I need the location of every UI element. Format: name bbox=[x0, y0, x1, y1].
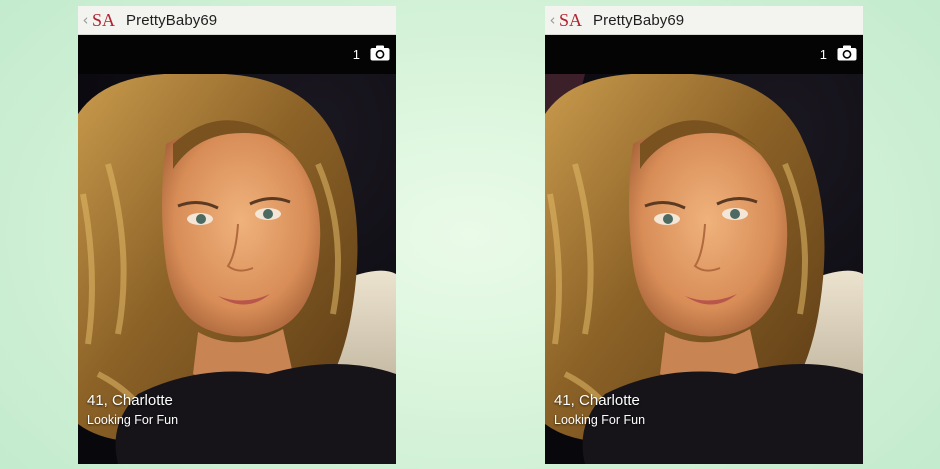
profile-age-name: 41, Charlotte bbox=[87, 392, 173, 409]
profile-tagline: Looking For Fun bbox=[87, 413, 179, 427]
profile-photo[interactable]: 41, Charlotte Looking For Fun bbox=[78, 74, 396, 464]
profile-age-name: 41, Charlotte bbox=[554, 392, 640, 409]
app-header: ‹ SA PrettyBaby69 bbox=[78, 6, 396, 35]
chevron-left-icon[interactable]: ‹ bbox=[81, 12, 90, 28]
app-header: ‹ SA PrettyBaby69 bbox=[545, 6, 863, 35]
profile-caption: 41, Charlotte Looking For Fun bbox=[554, 392, 645, 428]
profile-screen-left: ‹ SA PrettyBaby69 1 41, Charlotte Lookin… bbox=[78, 6, 396, 464]
profile-tagline: Looking For Fun bbox=[554, 413, 646, 427]
sa-logo-icon: SA bbox=[559, 10, 582, 30]
camera-icon[interactable] bbox=[370, 45, 390, 61]
photo-count: 1 bbox=[819, 47, 827, 62]
app-logo: SA bbox=[92, 10, 120, 30]
svg-text:SA: SA bbox=[559, 10, 582, 30]
sa-logo-icon: SA bbox=[92, 10, 115, 30]
profile-username: PrettyBaby69 bbox=[126, 11, 218, 29]
profile-username: PrettyBaby69 bbox=[593, 11, 685, 29]
photo-count: 1 bbox=[352, 47, 360, 62]
profile-caption: 41, Charlotte Looking For Fun bbox=[87, 392, 178, 428]
camera-icon[interactable] bbox=[837, 45, 857, 61]
photo-bar: 1 bbox=[78, 35, 396, 74]
photo-bar: 1 bbox=[545, 35, 863, 74]
chevron-left-icon[interactable]: ‹ bbox=[548, 12, 557, 28]
profile-photo[interactable]: 41, Charlotte Looking For Fun bbox=[545, 74, 863, 464]
profile-screen-right: ‹ SA PrettyBaby69 1 41, Charlotte Lookin… bbox=[545, 6, 863, 464]
svg-text:SA: SA bbox=[92, 10, 115, 30]
app-logo: SA bbox=[559, 10, 587, 30]
